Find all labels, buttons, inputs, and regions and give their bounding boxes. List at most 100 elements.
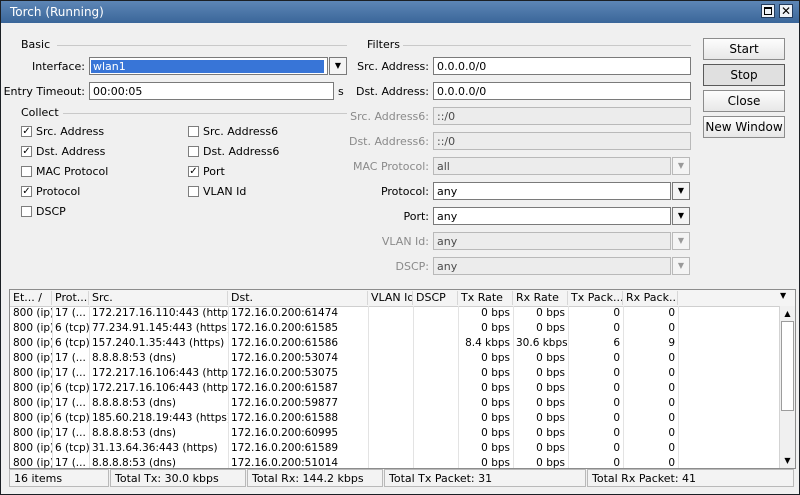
table-row[interactable]: 800 (ip) 6 (tcp) 157.240.1.35:443 (https) 1… (10, 336, 778, 351)
cell-tx-rate: 0 bps (481, 427, 510, 439)
scroll-up-icon[interactable]: ▲ (780, 307, 795, 320)
filter-protocol-select[interactable]: any (433, 182, 671, 200)
col-header-tx-rate[interactable]: Tx Rate (458, 291, 513, 305)
vlan-id-dropdown-icon[interactable]: ▼ (672, 232, 690, 250)
maximize-icon[interactable] (761, 4, 775, 18)
filter-port-select[interactable]: any (433, 207, 671, 225)
cell-protocol: 17 (... (55, 397, 86, 409)
table-row[interactable]: 800 (ip) 17 (... 172.217.16.106:443 (https… (10, 366, 778, 381)
collect-dst-address6-checkbox[interactable] (188, 146, 199, 157)
title-bar[interactable]: Torch (Running) ✕ (1, 1, 799, 23)
cell-dst: 172.16.0.200:61589 (231, 442, 339, 454)
columns-dropdown-icon[interactable]: ▼ (780, 291, 786, 300)
cell-dscp (413, 307, 458, 321)
cell-rx-rate: 0 bps (536, 367, 565, 379)
cell-rx-rate: 0 bps (536, 457, 565, 469)
cell-protocol: 6 (tcp) (55, 382, 89, 394)
cell-src: 185.60.218.19:443 (https) (92, 412, 228, 424)
cell-protocol: 17 (... (55, 307, 86, 319)
col-header-empty (678, 291, 778, 305)
close-button[interactable]: Close (703, 90, 785, 112)
cell-dscp (413, 397, 458, 411)
table-row[interactable]: 800 (ip) 6 (tcp) 77.234.91.145:443 (https)… (10, 321, 778, 336)
col-header-vlan-id[interactable]: VLAN Id (368, 291, 413, 305)
collect-dscp-checkbox[interactable] (21, 206, 32, 217)
filter-dst-address6-input[interactable]: ::/0 (433, 132, 691, 150)
status-bar: 16 items Total Tx: 30.0 kbps Total Rx: 1… (9, 469, 794, 487)
filters-divider (403, 45, 691, 46)
cell-dscp (413, 412, 458, 426)
cell-ethernet-type: 800 (ip) (13, 427, 52, 439)
filter-vlan-id-select[interactable]: any (433, 232, 671, 250)
table-row[interactable]: 800 (ip) 17 (... 8.8.8.8:53 (dns) 172.16.0.… (10, 351, 778, 366)
collect-vlan-id-checkbox[interactable] (188, 186, 199, 197)
cell-vlan-id (368, 382, 413, 396)
cell-ethernet-type: 800 (ip) (13, 412, 52, 424)
col-header-src[interactable]: Src. (89, 291, 228, 305)
collect-port-checkbox[interactable]: ✓ (188, 166, 199, 177)
traffic-table: Et... / Prot... Src. Dst. VLAN Id DSCP T… (9, 289, 796, 469)
cell-tx-packets: 0 (613, 412, 620, 424)
cell-rx-rate: 0 bps (536, 352, 565, 364)
table-row[interactable]: 800 (ip) 6 (tcp) 172.217.16.106:443 (https… (10, 381, 778, 396)
cell-tx-packets: 0 (613, 322, 620, 334)
close-icon[interactable]: ✕ (779, 4, 793, 18)
filter-mac-protocol-select[interactable]: all (433, 157, 671, 175)
entry-timeout-input[interactable]: 00:00:05 (89, 82, 334, 100)
dscp-dropdown-icon[interactable]: ▼ (672, 257, 690, 275)
table-row[interactable]: 800 (ip) 6 (tcp) 185.60.218.19:443 (https)… (10, 411, 778, 426)
cell-ethernet-type: 800 (ip) (13, 352, 52, 364)
port-dropdown-icon[interactable]: ▼ (672, 207, 690, 225)
collect-protocol-checkbox[interactable]: ✓ (21, 186, 32, 197)
status-total-tx: Total Tx: 30.0 kbps (110, 469, 246, 487)
cell-src: 8.8.8.8:53 (dns) (92, 352, 176, 364)
filter-src-address-input[interactable]: 0.0.0.0/0 (433, 57, 691, 75)
col-header-protocol[interactable]: Prot... (52, 291, 89, 305)
table-row[interactable]: 800 (ip) 17 (... 172.217.16.110:443 (https… (10, 306, 778, 321)
col-header-rx-packets[interactable]: Rx Pack... (623, 291, 678, 305)
cell-rx-packets: 0 (668, 322, 675, 334)
filter-src-address6-input[interactable]: ::/0 (433, 107, 691, 125)
table-row[interactable]: 800 (ip) 6 (tcp) 31.13.64.36:443 (https) 17… (10, 441, 778, 456)
cell-rx-packets: 0 (668, 352, 675, 364)
collect-mac-protocol-label: MAC Protocol (36, 165, 109, 178)
cell-dst: 172.16.0.200:61474 (231, 307, 339, 319)
cell-vlan-id (368, 412, 413, 426)
basic-group-title: Basic (21, 38, 51, 51)
col-header-tx-packets[interactable]: Tx Pack... (568, 291, 623, 305)
cell-rx-packets: 0 (668, 397, 675, 409)
mac-protocol-dropdown-icon[interactable]: ▼ (672, 157, 690, 175)
cell-ethernet-type: 800 (ip) (13, 457, 52, 469)
col-header-dscp[interactable]: DSCP (413, 291, 458, 305)
stop-button[interactable]: Stop (703, 64, 785, 86)
status-item-count: 16 items (9, 469, 109, 487)
table-row[interactable]: 800 (ip) 17 (... 8.8.8.8:53 (dns) 172.16.0.… (10, 456, 778, 469)
filter-dst-address-input[interactable]: 0.0.0.0/0 (433, 82, 691, 100)
scroll-down-icon[interactable]: ▼ (780, 454, 795, 467)
collect-dst-address-checkbox[interactable]: ✓ (21, 146, 32, 157)
cell-protocol: 6 (tcp) (55, 442, 89, 454)
interface-select[interactable]: wlan1 (89, 57, 328, 75)
cell-rx-packets: 0 (668, 427, 675, 439)
col-header-dst[interactable]: Dst. (228, 291, 368, 305)
filter-dscp-select[interactable]: any (433, 257, 671, 275)
cell-vlan-id (368, 337, 413, 351)
cell-vlan-id (368, 442, 413, 456)
cell-dst: 172.16.0.200:51014 (231, 457, 339, 469)
new-window-button[interactable]: New Window (703, 116, 785, 138)
start-button[interactable]: Start (703, 38, 785, 60)
filters-group-title: Filters (367, 38, 400, 51)
table-row[interactable]: 800 (ip) 17 (... 8.8.8.8:53 (dns) 172.16.0.… (10, 426, 778, 441)
protocol-dropdown-icon[interactable]: ▼ (672, 182, 690, 200)
col-header-rx-rate[interactable]: Rx Rate (513, 291, 568, 305)
table-scrollbar[interactable]: ▲ ▼ (779, 306, 795, 468)
cell-rx-packets: 0 (668, 367, 675, 379)
collect-src-address6-checkbox[interactable] (188, 126, 199, 137)
col-header-ethernet-type[interactable]: Et... / (10, 291, 52, 305)
collect-mac-protocol-checkbox[interactable] (21, 166, 32, 177)
table-row[interactable]: 800 (ip) 17 (... 8.8.8.8:53 (dns) 172.16.0.… (10, 396, 778, 411)
scroll-thumb[interactable] (781, 321, 794, 411)
collect-src-address-checkbox[interactable]: ✓ (21, 126, 32, 137)
basic-divider (57, 45, 347, 46)
entry-timeout-label: Entry Timeout: (3, 85, 85, 98)
